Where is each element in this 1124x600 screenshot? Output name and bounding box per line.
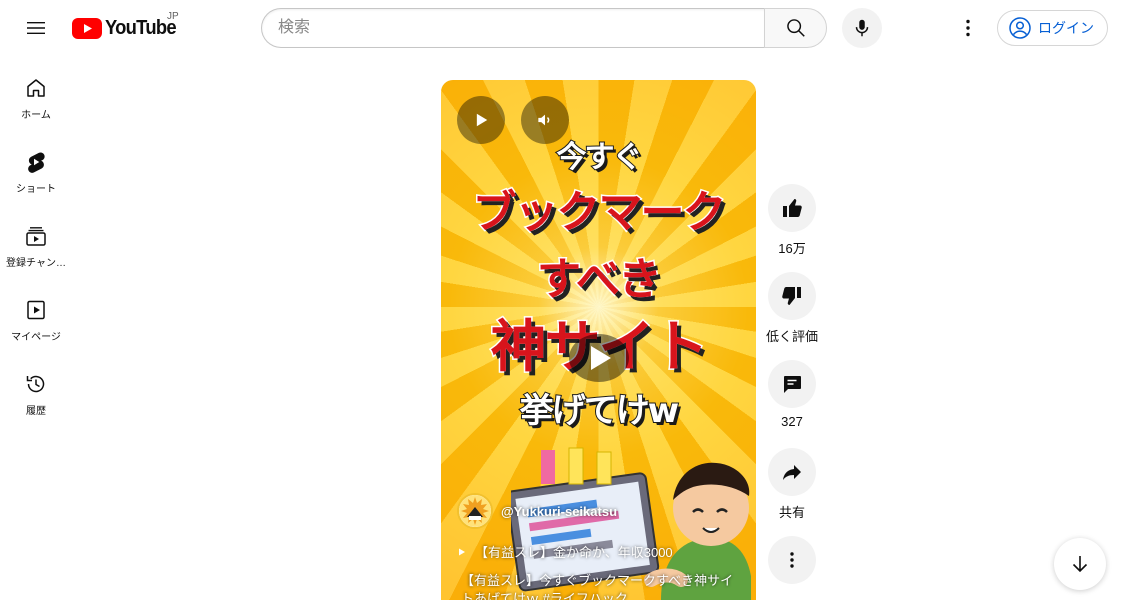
region-code: JP xyxy=(167,11,179,22)
more-actions-button[interactable] xyxy=(768,536,816,584)
youtube-logo[interactable]: YouTube xyxy=(72,16,182,40)
sidebar-item-home[interactable]: ホーム xyxy=(0,56,72,130)
sidebar-item-shorts[interactable]: ショート xyxy=(0,130,72,204)
mini-guide: ホーム ショート 登録チャン… マイページ 履歴 xyxy=(0,56,72,426)
thumbs-up-icon xyxy=(783,199,802,217)
hamburger-menu-icon xyxy=(27,22,45,34)
dislike-button[interactable] xyxy=(768,272,816,320)
dislike-label: 低く評価 xyxy=(766,329,819,344)
comment-count: 327 xyxy=(781,414,803,429)
sidebar-item-label: ショート xyxy=(16,184,56,195)
logo-text: YouTube xyxy=(105,16,177,39)
guide-menu-button[interactable] xyxy=(16,8,56,48)
sidebar-item-history[interactable]: 履歴 xyxy=(0,352,72,426)
subscriptions-icon xyxy=(26,227,46,246)
share-label: 共有 xyxy=(778,505,805,520)
next-short-button[interactable] xyxy=(1054,538,1106,590)
comment-icon xyxy=(784,376,801,393)
login-button[interactable]: ログイン xyxy=(997,10,1108,46)
volume-button[interactable] xyxy=(521,96,569,144)
channel-avatar-image xyxy=(459,495,491,527)
playlist-link[interactable]: 【有益スレ】金か命か、年収3000 xyxy=(457,542,673,561)
history-icon xyxy=(26,375,45,393)
channel-info[interactable]: @Yukkuri-seikatsu xyxy=(457,493,617,529)
comment-action: 327 xyxy=(767,360,817,429)
masthead: YouTube JP ログイン xyxy=(0,0,1124,56)
play-icon xyxy=(476,113,488,127)
thumbnail-text-line: すべき xyxy=(536,253,664,307)
microphone-icon xyxy=(855,19,869,37)
play-pause-button[interactable] xyxy=(457,96,505,144)
sidebar-item-label: 履歴 xyxy=(26,406,46,417)
sidebar-item-library[interactable]: マイページ xyxy=(0,278,72,352)
volume-icon xyxy=(538,114,550,126)
share-action: 共有 xyxy=(767,448,817,521)
comments-button[interactable] xyxy=(768,360,816,408)
voice-search-button[interactable] xyxy=(842,8,882,48)
channel-name[interactable]: @Yukkuri-seikatsu xyxy=(501,504,617,519)
search-button[interactable] xyxy=(764,8,827,48)
login-label: ログイン xyxy=(1038,20,1094,36)
arrow-down-icon xyxy=(1072,556,1088,573)
channel-avatar[interactable] xyxy=(457,493,493,529)
more-actions xyxy=(767,536,817,584)
video-title[interactable]: 【有益スレ】今すぐブックマークすべき神サイトあげてけｗ #ライフハック xyxy=(461,572,741,600)
large-play-icon xyxy=(569,334,629,382)
shorts-icon xyxy=(28,152,45,173)
search-input[interactable] xyxy=(262,9,765,47)
account-circle-icon xyxy=(1009,17,1031,39)
settings-more-button[interactable] xyxy=(948,8,988,48)
home-icon xyxy=(27,79,45,97)
library-icon xyxy=(27,300,45,320)
sidebar-item-label: ホーム xyxy=(21,110,51,121)
youtube-play-logo-icon xyxy=(72,17,102,39)
center-play-button[interactable] xyxy=(565,330,633,386)
like-count: 16万 xyxy=(778,241,806,256)
dislike-action: 低く評価 xyxy=(766,272,819,345)
share-icon xyxy=(783,465,801,480)
thumbnail-text-line: 挙げてけw xyxy=(519,390,680,432)
short-video-player[interactable]: 今すぐ ブックマーク すべき 神サイト 挙げてけw xyxy=(441,80,756,600)
search-icon xyxy=(786,19,805,37)
thumbnail-text-line: ブックマーク xyxy=(471,186,728,240)
sidebar-item-label: 登録チャン… xyxy=(6,258,66,269)
thumbs-down-icon xyxy=(782,287,801,305)
search-box[interactable] xyxy=(261,8,765,48)
playlist-play-icon xyxy=(459,548,465,555)
share-button[interactable] xyxy=(768,448,816,496)
more-vertical-icon xyxy=(966,19,970,37)
like-button[interactable] xyxy=(768,184,816,232)
sidebar-item-subscriptions[interactable]: 登録チャン… xyxy=(0,204,72,278)
more-vertical-icon xyxy=(790,552,794,568)
like-action: 16万 xyxy=(767,184,817,257)
sidebar-item-label: マイページ xyxy=(11,332,61,343)
playlist-title: 【有益スレ】金か命か、年収3000 xyxy=(475,545,673,560)
